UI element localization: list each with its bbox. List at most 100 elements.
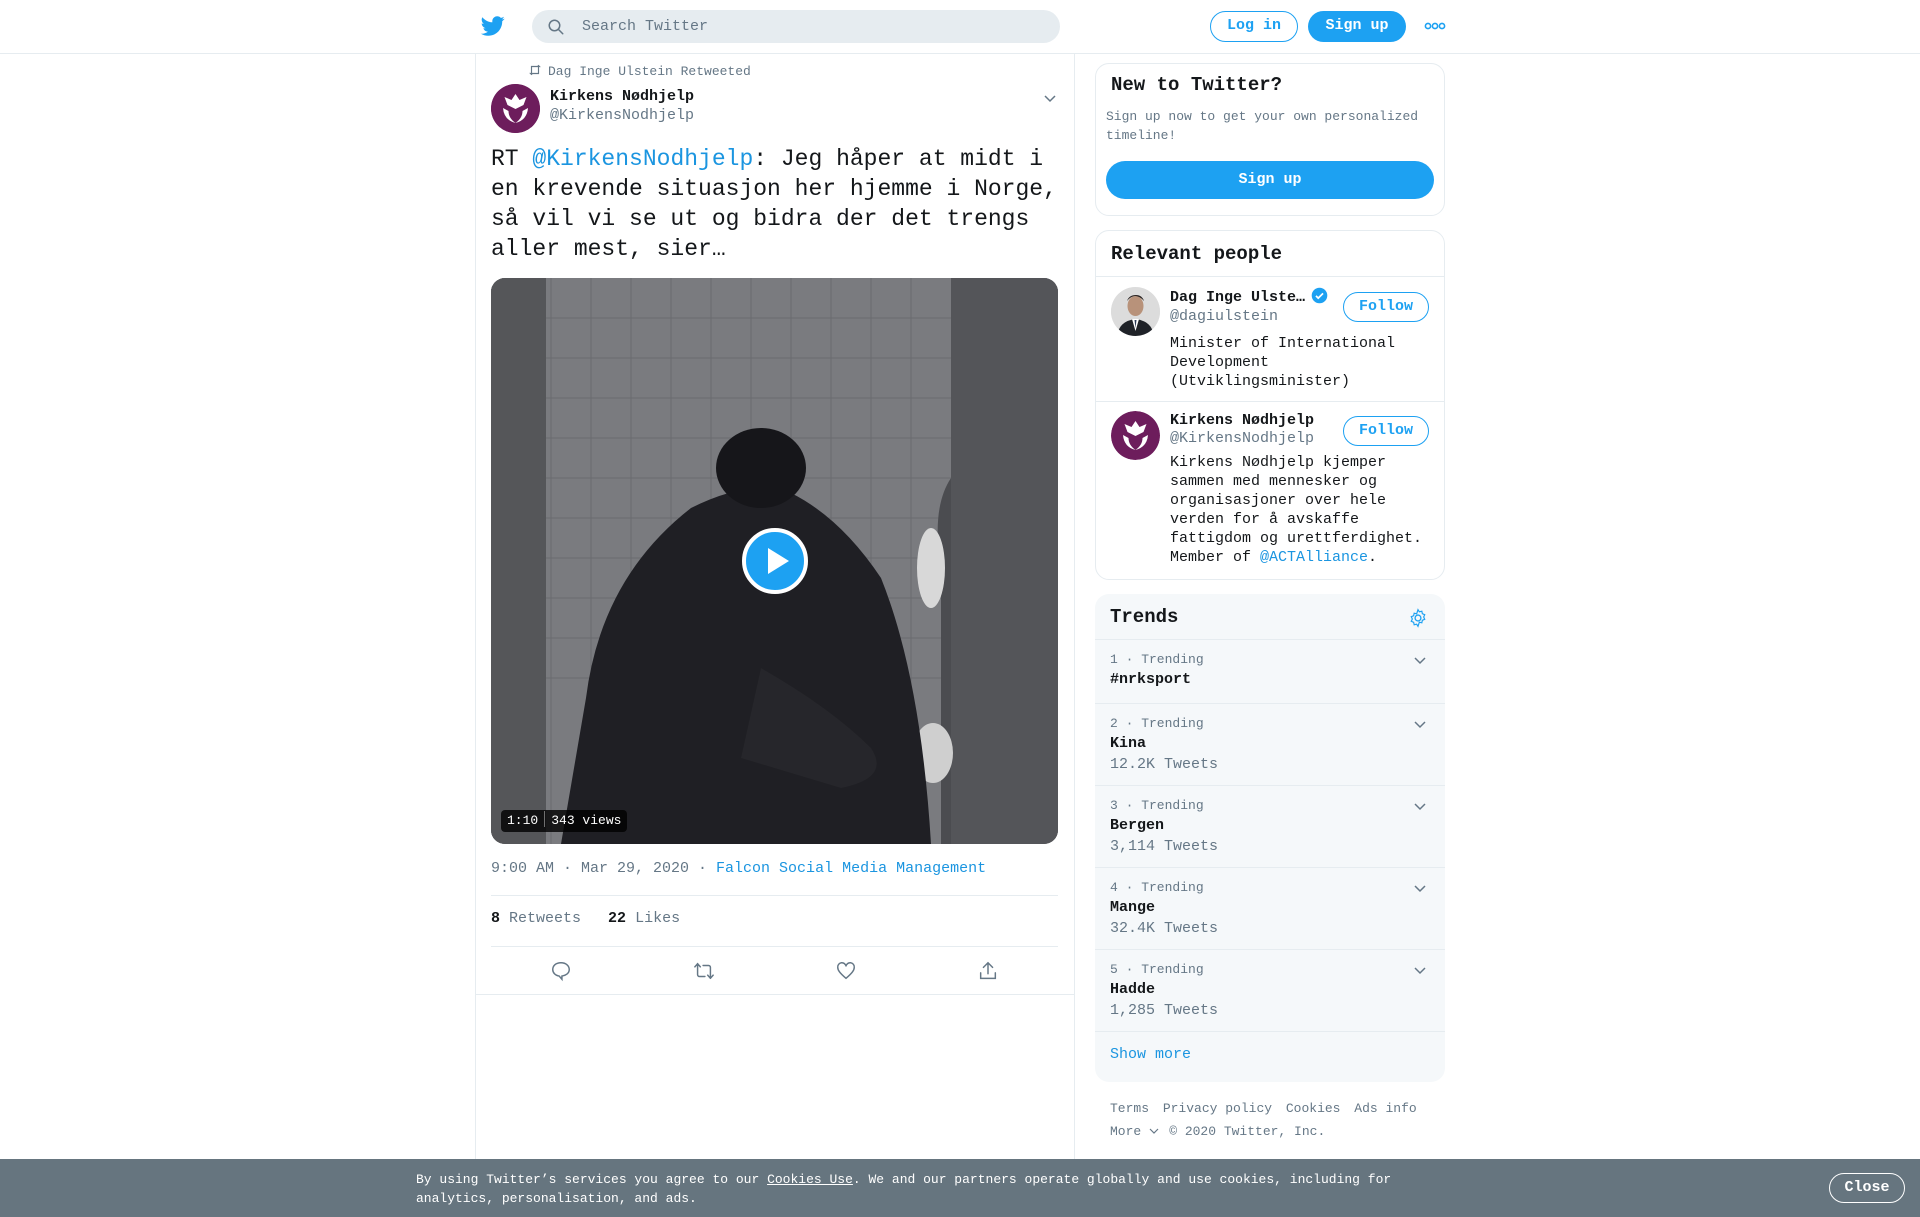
kirkens-nodhjelp-logo-icon [1111, 411, 1160, 460]
trend-name[interactable]: Bergen [1110, 817, 1164, 834]
trend-name[interactable]: #nrksport [1110, 671, 1191, 688]
tweet-metadata: 9:00 AM · Mar 29, 2020 · Falcon Social M… [491, 860, 986, 877]
chevron-down-icon[interactable] [1412, 716, 1428, 732]
trend-item[interactable]: 3 · Trending Bergen 3,114 Tweets [1095, 786, 1445, 868]
person-handle[interactable]: @dagiulstein [1170, 308, 1278, 325]
divider [476, 994, 1074, 995]
cookie-consent-bar: By using Twitter’s services you agree to… [0, 1159, 1920, 1217]
chevron-down-icon[interactable] [1412, 880, 1428, 896]
search-input-placeholder[interactable]: Search Twitter [582, 18, 708, 35]
tweet-text-prefix: RT [491, 146, 533, 172]
retweeted-by-text: Dag Inge Ulstein Retweeted [548, 64, 751, 79]
trend-name[interactable]: Mange [1110, 899, 1155, 916]
tweet-source-link[interactable]: Falcon Social Media Management [716, 860, 986, 877]
trend-item[interactable]: 2 · Trending Kina 12.2K Tweets [1095, 704, 1445, 786]
follow-button[interactable]: Follow [1343, 292, 1429, 322]
search-icon [548, 19, 564, 35]
share-icon[interactable] [977, 960, 999, 982]
new-to-twitter-card: New to Twitter? Sign up now to get your … [1095, 63, 1445, 216]
footer-links: Terms Privacy policy Cookies Ads info Mo… [1110, 1097, 1440, 1143]
copyright: © 2020 Twitter, Inc. [1169, 1124, 1326, 1139]
twitter-bird-icon[interactable] [480, 14, 506, 38]
video-duration: 1:10 [507, 813, 539, 828]
trend-count: 32.4K Tweets [1110, 920, 1219, 937]
play-icon[interactable] [741, 527, 809, 595]
author-name[interactable]: Kirkens Nødhjelp [550, 88, 694, 105]
top-navigation-bar: Search Twitter Log in Sign up [0, 0, 1920, 54]
trend-meta: 5 · Trending [1110, 962, 1204, 977]
trend-name[interactable]: Kina [1110, 735, 1146, 752]
card-description: Sign up now to get your own personalized… [1106, 109, 1419, 143]
kirkens-nodhjelp-logo-icon [491, 84, 540, 133]
trend-name[interactable]: Hadde [1110, 981, 1155, 998]
footer-link-terms[interactable]: Terms [1110, 1101, 1149, 1116]
author-handle[interactable]: @KirkensNodhjelp [550, 107, 694, 124]
trend-meta: 4 · Trending [1110, 880, 1204, 895]
follow-button[interactable]: Follow [1343, 416, 1429, 446]
footer-link-ads-info[interactable]: Ads info [1354, 1101, 1416, 1116]
card-title: Trends [1110, 606, 1179, 628]
avatar[interactable] [1111, 287, 1160, 336]
search-box[interactable]: Search Twitter [532, 10, 1060, 43]
video-player[interactable]: 1:10 343 views [491, 278, 1058, 844]
person-name[interactable]: Dag Inge Ulste… [1170, 287, 1328, 306]
video-views: 343 views [551, 813, 622, 828]
tweet-mention-link[interactable]: @KirkensNodhjelp [532, 146, 753, 172]
tweet-stats: 8 Retweets 22 Likes [491, 910, 680, 927]
person-handle[interactable]: @KirkensNodhjelp [1170, 430, 1314, 447]
person-name[interactable]: Kirkens Nødhjelp [1170, 412, 1314, 429]
sign-up-button[interactable]: Sign up [1308, 11, 1406, 42]
profile-photo [1111, 287, 1160, 336]
tweet-actions [491, 954, 1058, 994]
tweet-column: Dag Inge Ulstein Retweeted Kirkens Nødhj… [475, 54, 1075, 1164]
trend-count: 12.2K Tweets [1110, 756, 1219, 773]
relevant-people-card: Relevant people Dag Inge Ulste… @dagiuls… [1095, 230, 1445, 580]
trend-meta: 2 · Trending [1110, 716, 1204, 731]
person-item[interactable]: Kirkens Nødhjelp @KirkensNodhjelp Follow… [1096, 402, 1444, 577]
retweet-context[interactable]: Dag Inge Ulstein Retweeted [528, 64, 751, 79]
reply-icon[interactable] [550, 960, 572, 982]
card-title: New to Twitter? [1111, 74, 1283, 96]
person-item[interactable]: Dag Inge Ulste… @dagiulstein Follow Mini… [1096, 277, 1444, 401]
log-in-button[interactable]: Log in [1210, 11, 1298, 42]
retweets-stat[interactable]: 8 Retweets [491, 910, 581, 927]
verified-badge-icon [1311, 287, 1328, 304]
trend-item[interactable]: 4 · Trending Mange 32.4K Tweets [1095, 868, 1445, 950]
person-bio: Minister of International Development (U… [1170, 335, 1396, 390]
trends-card: Trends 1 · Trending #nrksport 2 · Trendi… [1095, 594, 1445, 1082]
close-button[interactable]: Close [1829, 1173, 1905, 1203]
show-more-link[interactable]: Show more [1110, 1046, 1191, 1063]
tweet-timestamp[interactable]: 9:00 AM · Mar 29, 2020 · [491, 860, 716, 877]
trend-count: 3,114 Tweets [1110, 838, 1219, 855]
card-title: Relevant people [1111, 243, 1283, 265]
divider [491, 946, 1058, 947]
trend-meta: 1 · Trending [1110, 652, 1204, 667]
gear-icon[interactable] [1408, 608, 1428, 628]
trend-item[interactable]: 1 · Trending #nrksport [1095, 640, 1445, 703]
avatar[interactable] [1111, 411, 1160, 460]
retweet-icon[interactable] [693, 960, 715, 982]
chevron-down-icon[interactable] [1412, 798, 1428, 814]
chevron-down-icon[interactable] [1042, 90, 1058, 106]
chevron-down-icon[interactable] [1149, 1127, 1159, 1135]
divider [1095, 1031, 1445, 1032]
cookies-use-link[interactable]: Cookies Use [767, 1172, 853, 1187]
tweet-text: RT @KirkensNodhjelp: Jeg håper at midt i… [491, 144, 1061, 264]
bio-mention-link[interactable]: @ACTAlliance [1260, 549, 1368, 566]
video-duration-badge: 1:10 343 views [501, 810, 628, 832]
cookie-text: By using Twitter’s services you agree to… [416, 1172, 1392, 1206]
likes-stat[interactable]: 22 Likes [608, 910, 680, 927]
trend-item[interactable]: 5 · Trending Hadde 1,285 Tweets [1095, 950, 1445, 1032]
chevron-down-icon[interactable] [1412, 652, 1428, 668]
author-avatar[interactable] [491, 84, 540, 133]
footer-more-menu[interactable]: More [1110, 1124, 1147, 1139]
like-heart-icon[interactable] [835, 960, 857, 982]
chevron-down-icon[interactable] [1412, 962, 1428, 978]
trend-count: 1,285 Tweets [1110, 1002, 1219, 1019]
sign-up-button[interactable]: Sign up [1106, 161, 1434, 199]
trend-meta: 3 · Trending [1110, 798, 1204, 813]
footer-link-privacy[interactable]: Privacy policy [1163, 1101, 1272, 1116]
divider [491, 895, 1058, 896]
more-dots-icon[interactable] [1424, 20, 1446, 32]
footer-link-cookies[interactable]: Cookies [1286, 1101, 1341, 1116]
